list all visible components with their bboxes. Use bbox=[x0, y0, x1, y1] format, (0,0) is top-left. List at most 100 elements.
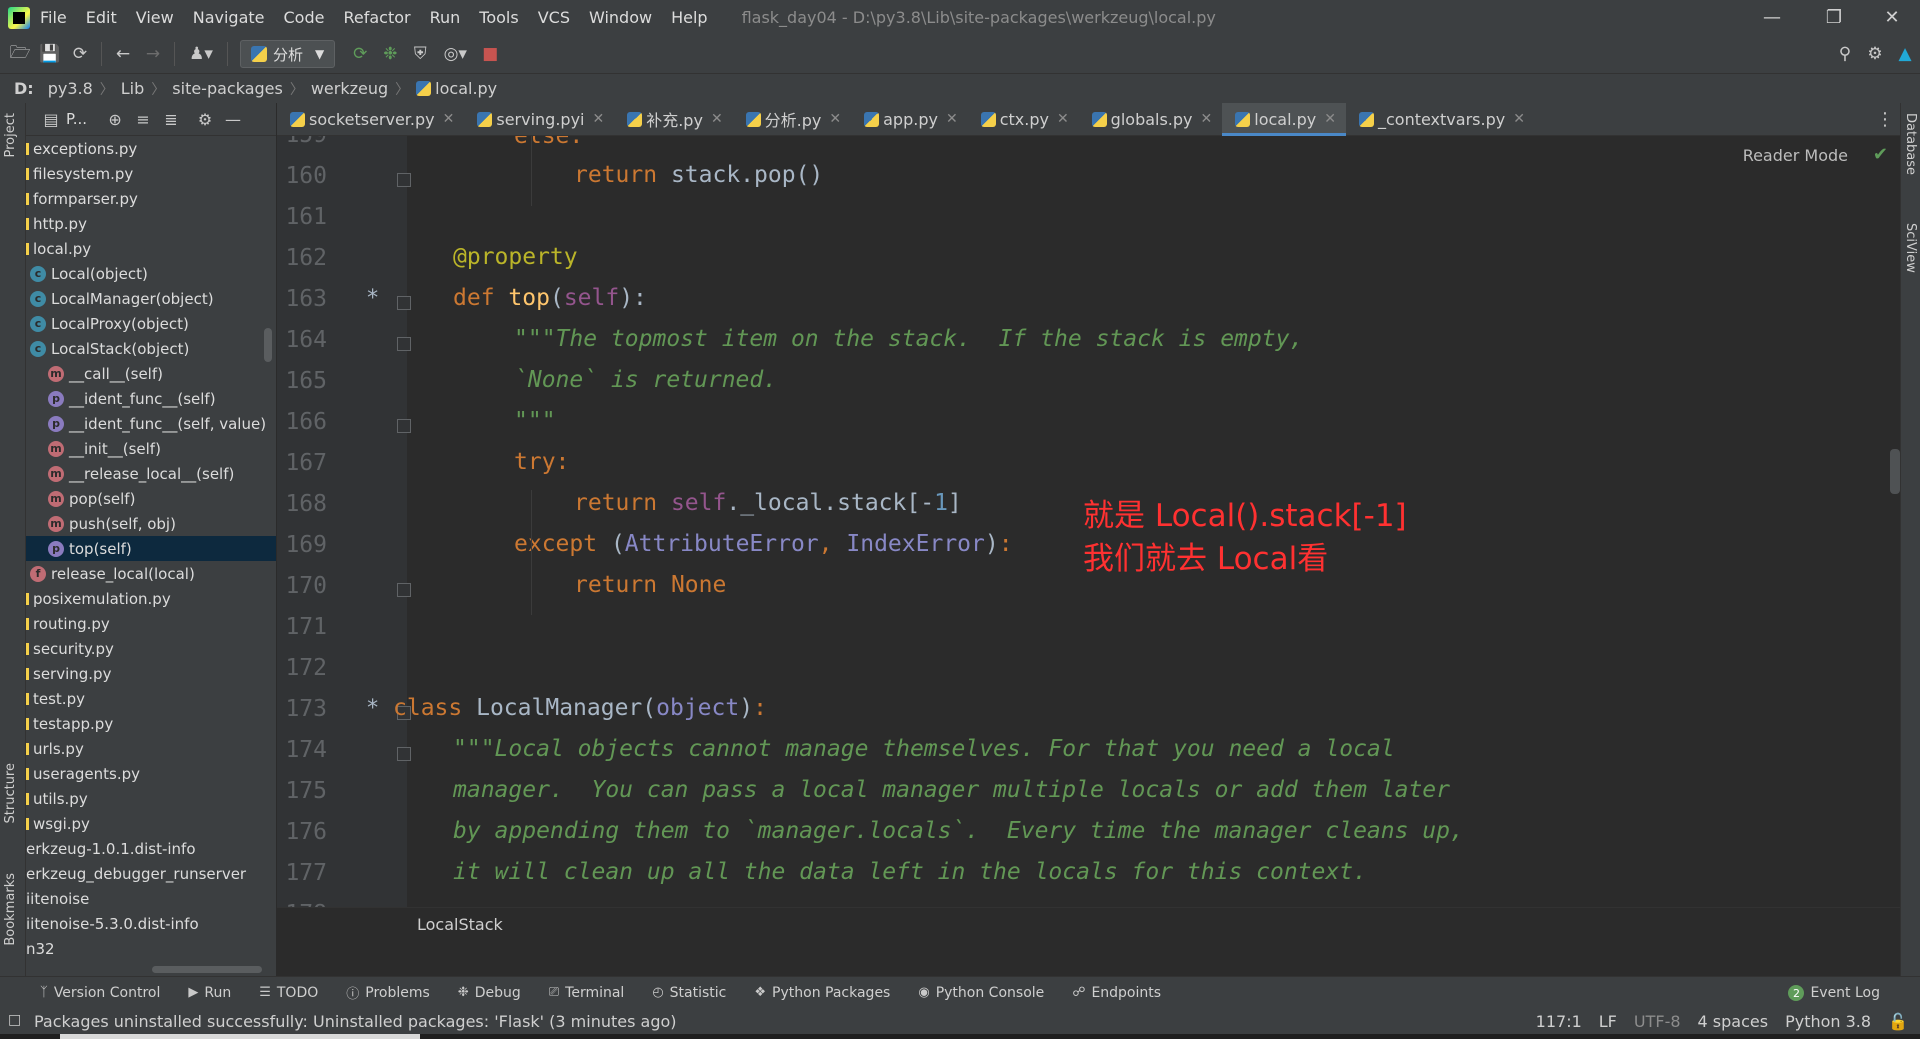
sciview-tool-button[interactable]: SciView bbox=[1903, 223, 1918, 273]
menu-refactor[interactable]: Refactor bbox=[343, 8, 410, 27]
tree-item[interactable]: m push(self, obj) bbox=[26, 511, 276, 536]
close-tab-icon[interactable]: ✕ bbox=[829, 111, 841, 127]
fold-marker-icon[interactable] bbox=[397, 583, 411, 597]
editor-tab[interactable]: app.py ✕ bbox=[851, 103, 968, 135]
close-tab-icon[interactable]: ✕ bbox=[1201, 111, 1213, 127]
rerun-icon[interactable]: ⟳ bbox=[345, 39, 375, 69]
tree-item[interactable]: m __call__(self) bbox=[26, 361, 276, 386]
endpoints-tab[interactable]: ☍ Endpoints bbox=[1072, 985, 1161, 1001]
restore-button[interactable]: ❐ bbox=[1806, 0, 1862, 35]
stop-icon[interactable]: ■ bbox=[475, 39, 505, 69]
statistic-tab[interactable]: ◴ Statistic bbox=[652, 985, 726, 1001]
back-arrow-icon[interactable]: ← bbox=[108, 39, 138, 69]
minimize-button[interactable]: — bbox=[1744, 0, 1800, 35]
database-tool-button[interactable]: Database bbox=[1903, 113, 1918, 175]
fold-marker-icon[interactable] bbox=[397, 173, 411, 187]
tree-item[interactable]: iitenoise bbox=[26, 886, 276, 911]
tab-menu-icon[interactable]: ⋮ bbox=[1870, 103, 1900, 136]
tree-item[interactable]: filesystem.py bbox=[26, 161, 276, 186]
tree-item[interactable]: urls.py bbox=[26, 736, 276, 761]
problems-tab[interactable]: ⓘ Problems bbox=[346, 983, 430, 1003]
coverage-icon[interactable]: ⛨ bbox=[405, 39, 435, 69]
tree-item[interactable]: m __release_local__(self) bbox=[26, 461, 276, 486]
debug-bug-icon[interactable]: ❉ bbox=[375, 39, 405, 69]
python-console-tab[interactable]: ◉ Python Console bbox=[918, 985, 1044, 1001]
line-separator[interactable]: LF bbox=[1599, 1012, 1617, 1031]
vcs-user-icon[interactable]: ♟▾ bbox=[181, 39, 221, 69]
close-tab-icon[interactable]: ✕ bbox=[711, 111, 723, 127]
project-tool-button[interactable]: Project bbox=[3, 113, 18, 157]
expand-all-icon[interactable]: ≡ bbox=[129, 105, 157, 133]
menu-code[interactable]: Code bbox=[284, 8, 325, 27]
menu-window[interactable]: Window bbox=[589, 8, 652, 27]
editor-tab[interactable]: serving.pyi ✕ bbox=[464, 103, 614, 135]
run-tab[interactable]: ▶ Run bbox=[188, 985, 231, 1001]
tree-item[interactable]: posixemulation.py bbox=[26, 586, 276, 611]
editor-scrollbar[interactable] bbox=[1890, 449, 1900, 494]
gear-icon[interactable]: ⚙ bbox=[1860, 39, 1890, 69]
event-log-tab[interactable]: 2 Event Log bbox=[1788, 977, 1880, 1009]
tree-item[interactable]: c LocalStack(object) bbox=[26, 336, 276, 361]
tree-item[interactable]: p __ident_func__(self) bbox=[26, 386, 276, 411]
debug-tab[interactable]: ❉ Debug bbox=[458, 985, 521, 1001]
fold-marker-icon[interactable] bbox=[397, 747, 411, 761]
tree-item[interactable]: security.py bbox=[26, 636, 276, 661]
tree-item[interactable]: n32 bbox=[26, 936, 276, 961]
caret-position[interactable]: 117:1 bbox=[1536, 1012, 1582, 1031]
save-all-icon[interactable]: 💾 bbox=[35, 39, 65, 69]
bookmarks-tool-button[interactable]: Bookmarks bbox=[3, 873, 18, 946]
indent-setting[interactable]: 4 spaces bbox=[1698, 1012, 1769, 1031]
tree-item[interactable]: exceptions.py bbox=[26, 136, 276, 161]
menu-view[interactable]: View bbox=[136, 8, 174, 27]
project-panel-title[interactable]: P... bbox=[66, 110, 87, 128]
tree-item[interactable]: local.py bbox=[26, 236, 276, 261]
fold-marker-icon[interactable] bbox=[397, 296, 411, 310]
close-tab-icon[interactable]: ✕ bbox=[592, 111, 604, 127]
editor-tab[interactable]: ctx.py ✕ bbox=[968, 103, 1079, 135]
close-tab-icon[interactable]: ✕ bbox=[1513, 111, 1525, 127]
sync-icon[interactable]: ⟳ bbox=[65, 39, 95, 69]
close-tab-icon[interactable]: ✕ bbox=[1057, 111, 1069, 127]
tree-item[interactable]: useragents.py bbox=[26, 761, 276, 786]
lock-icon[interactable]: 🔓 bbox=[1888, 1012, 1908, 1031]
file-encoding[interactable]: UTF-8 bbox=[1634, 1012, 1681, 1031]
hide-icon[interactable]: — bbox=[219, 105, 247, 133]
tree-item[interactable]: p top(self) bbox=[26, 536, 276, 561]
tree-item[interactable]: test.py bbox=[26, 686, 276, 711]
search-icon[interactable]: ⚲ bbox=[1830, 39, 1860, 69]
taskbar-item[interactable] bbox=[60, 1034, 420, 1039]
collapse-all-icon[interactable]: ≣ bbox=[157, 105, 185, 133]
tree-item[interactable]: serving.py bbox=[26, 661, 276, 686]
fold-marker-icon[interactable] bbox=[397, 337, 411, 351]
python-packages-tab[interactable]: ❖ Python Packages bbox=[754, 985, 890, 1001]
breadcrumb-werkzeug[interactable]: werkzeug bbox=[311, 79, 388, 98]
tree-item[interactable]: erkzeug-1.0.1.dist-info bbox=[26, 836, 276, 861]
breadcrumb-py38[interactable]: py3.8 bbox=[48, 79, 93, 98]
tree-item[interactable]: utils.py bbox=[26, 786, 276, 811]
menu-file[interactable]: File bbox=[40, 8, 67, 27]
menu-vcs[interactable]: VCS bbox=[538, 8, 570, 27]
menu-navigate[interactable]: Navigate bbox=[193, 8, 265, 27]
breadcrumb-lib[interactable]: Lib bbox=[121, 79, 145, 98]
profile-icon[interactable]: ◎▾ bbox=[435, 39, 475, 69]
menu-tools[interactable]: Tools bbox=[479, 8, 518, 27]
tree-item[interactable]: http.py bbox=[26, 211, 276, 236]
tree-item[interactable]: c LocalManager(object) bbox=[26, 286, 276, 311]
tree-item[interactable]: formparser.py bbox=[26, 186, 276, 211]
todo-tab[interactable]: ☰ TODO bbox=[259, 985, 318, 1001]
version-control-tab[interactable]: ᛉ Version Control bbox=[40, 985, 160, 1001]
tree-item[interactable]: f release_local(local) bbox=[26, 561, 276, 586]
tree-item[interactable]: m __init__(self) bbox=[26, 436, 276, 461]
code-editor[interactable]: 159 160 161 162 163 * 164 165 166 167 168 169 170 171… bbox=[277, 136, 1900, 943]
gear-icon[interactable]: ⚙ bbox=[191, 105, 219, 133]
menu-help[interactable]: Help bbox=[671, 8, 707, 27]
breadcrumb-drive[interactable]: D: bbox=[14, 79, 34, 98]
fold-marker-icon[interactable] bbox=[397, 419, 411, 433]
editor-tab[interactable]: 补充.py ✕ bbox=[614, 103, 732, 135]
run-configuration-select[interactable]: 分析 ▼ bbox=[240, 40, 336, 68]
tree-item[interactable]: c Local(object) bbox=[26, 261, 276, 286]
structure-breadcrumb[interactable]: LocalStack bbox=[277, 907, 1900, 943]
tree-item[interactable]: c LocalProxy(object) bbox=[26, 311, 276, 336]
editor-tab[interactable]: socketserver.py ✕ bbox=[277, 103, 464, 135]
menu-run[interactable]: Run bbox=[430, 8, 461, 27]
